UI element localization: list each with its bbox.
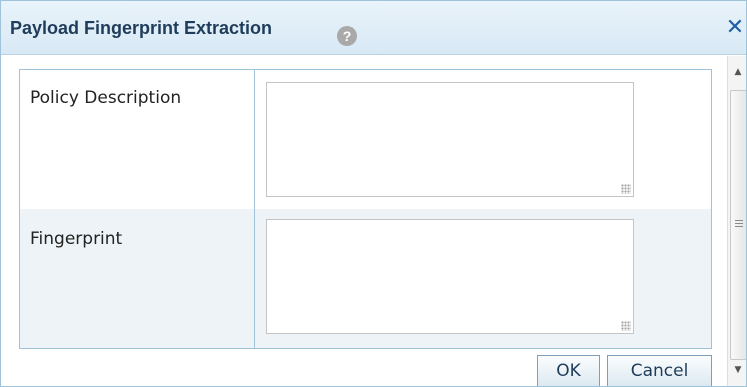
help-icon[interactable]: ? <box>337 26 357 46</box>
form-row-fingerprint: Fingerprint <box>20 209 711 348</box>
ok-button[interactable]: OK <box>537 355 600 386</box>
fingerprint-label: Fingerprint <box>30 229 123 249</box>
form-table: Policy Description Fingerprint <box>19 69 712 349</box>
vertical-scrollbar[interactable]: ▲ ▼ <box>727 56 746 386</box>
fingerprint-textarea[interactable] <box>266 219 634 334</box>
cancel-button[interactable]: Cancel <box>607 355 712 386</box>
dialog-content: Policy Description Fingerprint OK Cancel <box>1 56 727 386</box>
policy-description-label: Policy Description <box>30 88 182 108</box>
resize-grip-icon[interactable] <box>621 321 631 331</box>
dialog-title: Payload Fingerprint Extraction <box>10 18 273 38</box>
payload-fingerprint-dialog: Payload Fingerprint Extraction ? ✕ Polic… <box>0 0 747 387</box>
scroll-up-arrow-icon[interactable]: ▲ <box>728 64 746 80</box>
close-icon[interactable]: ✕ <box>724 15 746 41</box>
scrollbar-thumb[interactable] <box>730 90 746 360</box>
thumb-grip-icon <box>735 220 743 227</box>
dialog-titlebar[interactable]: Payload Fingerprint Extraction ? ✕ <box>1 1 746 55</box>
column-divider <box>254 70 255 348</box>
resize-grip-icon[interactable] <box>621 184 631 194</box>
form-row-policy-description: Policy Description <box>20 70 711 209</box>
scroll-down-arrow-icon[interactable]: ▼ <box>728 362 746 378</box>
policy-description-textarea[interactable] <box>266 82 634 197</box>
